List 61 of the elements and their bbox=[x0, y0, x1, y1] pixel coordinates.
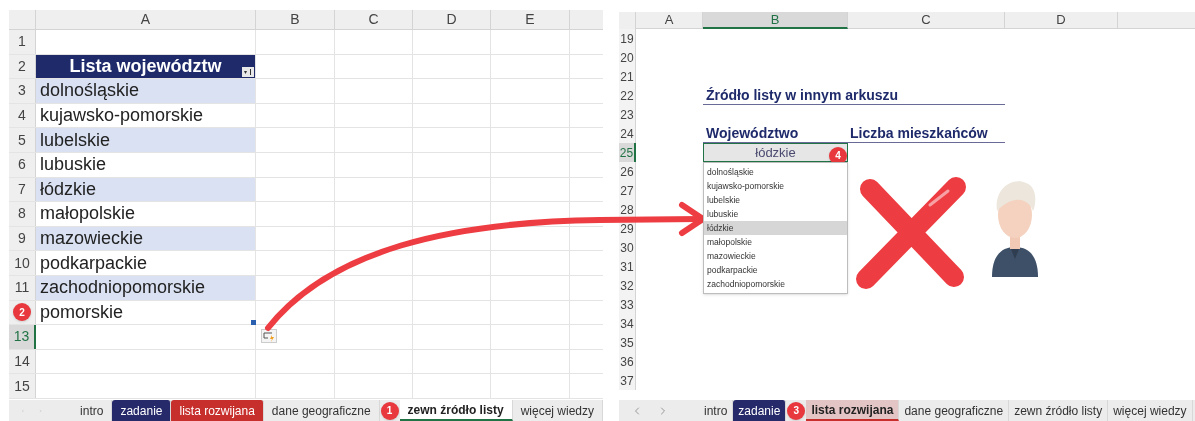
column-header[interactable]: E bbox=[491, 10, 570, 29]
column-header[interactable]: B bbox=[703, 12, 848, 29]
row-header[interactable]: 31 bbox=[620, 257, 634, 276]
dropdown-option[interactable]: dolnośląskie bbox=[704, 165, 847, 179]
resize-handle-icon[interactable] bbox=[251, 320, 256, 326]
column-header[interactable]: C bbox=[848, 12, 1005, 29]
row-header[interactable]: 35 bbox=[620, 333, 634, 352]
step-badge: 3 bbox=[787, 401, 806, 420]
row-header[interactable]: 26 bbox=[620, 162, 634, 181]
row-header[interactable]: 32 bbox=[620, 276, 634, 295]
row-header[interactable]: 20 bbox=[620, 48, 634, 67]
row-header[interactable]: 37 bbox=[620, 371, 634, 390]
column-label: Województwo bbox=[705, 124, 800, 142]
sheet-tab[interactable]: więcej wiedzy bbox=[1108, 400, 1193, 421]
sheet-tab[interactable]: zewn źródło listy bbox=[399, 400, 513, 421]
dropdown-option[interactable]: łódzkie bbox=[704, 221, 847, 235]
column-header[interactable]: B bbox=[256, 10, 335, 29]
sheet-tab[interactable]: zewn źródło listy bbox=[1009, 400, 1109, 421]
row-header[interactable]: 21 bbox=[620, 67, 634, 86]
table-cell: lubelskie bbox=[36, 128, 255, 152]
row-header[interactable]: 30 bbox=[620, 238, 634, 257]
column-header[interactable]: C bbox=[335, 10, 413, 29]
sheet-tab[interactable]: dane geograficzne bbox=[263, 400, 380, 421]
column-header[interactable]: D bbox=[413, 10, 491, 29]
table-cell: mazowieckie bbox=[36, 226, 255, 251]
sheet-tab[interactable]: lista rozwijana bbox=[806, 400, 900, 421]
table-header: Lista województw bbox=[36, 54, 255, 79]
quick-analysis-icon[interactable] bbox=[261, 329, 277, 344]
sheet-tab[interactable]: więcej wiedzy bbox=[512, 400, 603, 421]
row-header[interactable]: 33 bbox=[620, 295, 634, 314]
row-header[interactable]: 29 bbox=[620, 219, 634, 238]
row-header[interactable]: 22 bbox=[620, 86, 634, 105]
column-header[interactable]: A bbox=[36, 10, 256, 29]
step-badge: 2 bbox=[13, 303, 31, 322]
filter-button-icon[interactable] bbox=[242, 67, 254, 78]
step-badge: 1 bbox=[380, 401, 399, 420]
row-header[interactable]: 24 bbox=[620, 124, 634, 143]
dropdown-option[interactable]: podkarpackie bbox=[704, 263, 847, 277]
row-header[interactable]: 28 bbox=[620, 200, 634, 219]
dropdown-option[interactable]: mazowieckie bbox=[704, 249, 847, 263]
row-header[interactable]: 25 bbox=[619, 143, 634, 162]
dropdown-option[interactable]: małopolskie bbox=[704, 235, 847, 249]
table-cell: dolnośląskie bbox=[36, 79, 255, 103]
column-header[interactable]: D bbox=[1005, 12, 1118, 29]
dropdown-option[interactable]: lubelskie bbox=[704, 193, 847, 207]
sheet-tab[interactable]: dane geograficzne bbox=[899, 400, 1010, 421]
sheet-tab[interactable]: zadanie bbox=[733, 400, 787, 421]
row-header[interactable]: 36 bbox=[620, 352, 634, 371]
row-header[interactable]: 34 bbox=[620, 314, 634, 333]
section-title: Źródło listy w innym arkuszu bbox=[706, 86, 899, 104]
row-header[interactable]: 23 bbox=[620, 105, 634, 124]
dropdown-option[interactable]: lubuskie bbox=[704, 207, 847, 221]
sheet-tab[interactable]: zadanie bbox=[112, 400, 172, 421]
sheet-tab[interactable]: lista rozwijana bbox=[171, 400, 264, 421]
table-cell: łódzkie bbox=[36, 177, 255, 202]
dropdown-option[interactable]: zachodniopomorskie bbox=[704, 277, 847, 291]
row-header[interactable]: 19 bbox=[620, 29, 634, 48]
dropdown-option[interactable]: kujawsko-pomorskie bbox=[704, 179, 847, 193]
column-label: Liczba mieszkańców bbox=[849, 124, 989, 142]
row-header[interactable]: 27 bbox=[620, 181, 634, 200]
table-cell: zachodniopomorskie bbox=[36, 275, 255, 300]
